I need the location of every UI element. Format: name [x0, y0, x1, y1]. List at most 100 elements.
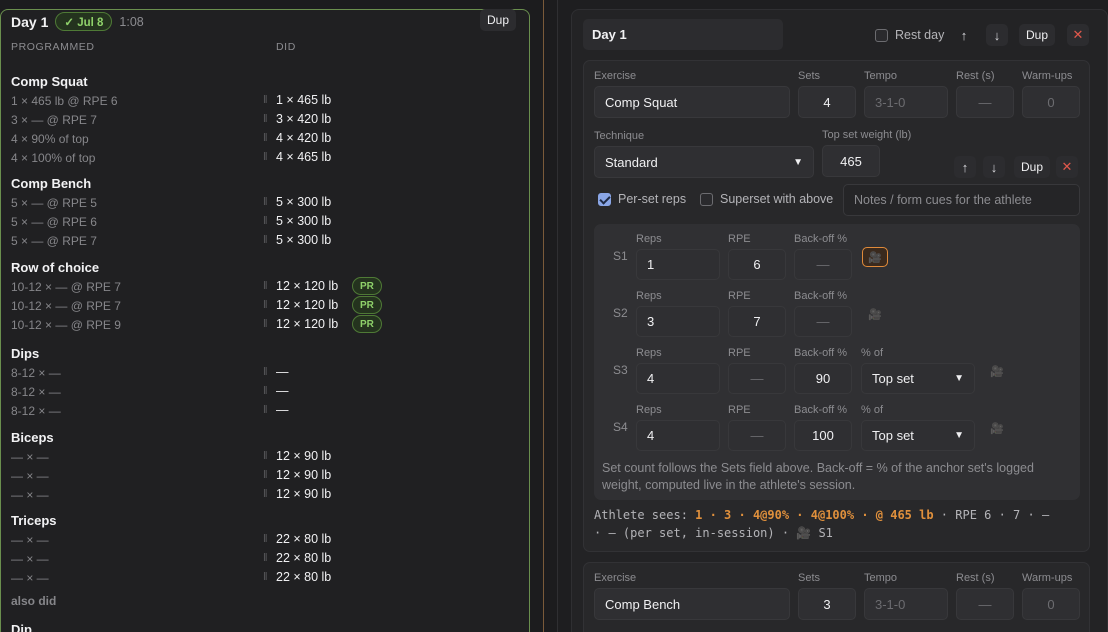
- set-label: S4: [613, 420, 628, 434]
- did-value: 4 × 420 lb: [276, 131, 332, 145]
- athlete-preview-line2: · — (per set, in-session) · 🎥 S1: [594, 526, 833, 540]
- per-set-reps-checkbox[interactable]: [598, 193, 611, 206]
- rest-input[interactable]: —: [956, 86, 1014, 118]
- video-camera-icon[interactable]: 🎥: [984, 361, 1010, 381]
- rpe-input[interactable]: —: [728, 420, 786, 451]
- duplicate-day-button[interactable]: Dup: [480, 9, 517, 31]
- set-label: S3: [613, 363, 628, 377]
- log-row: 3 × — @ RPE 7 ‖ 3 × 420 lb: [11, 110, 511, 129]
- move-exercise-up-icon[interactable]: ↑: [954, 156, 976, 178]
- session-duration: 1:08: [119, 14, 144, 29]
- rest-label: Rest (s): [956, 572, 995, 584]
- rpe-input[interactable]: 6: [728, 249, 786, 280]
- reps-label: Reps: [636, 290, 662, 302]
- technique-select[interactable]: Standard ▼: [594, 146, 814, 178]
- log-row: — × — ‖ 22 × 80 lb: [11, 568, 511, 587]
- exercise-name-input[interactable]: Comp Squat: [594, 86, 790, 118]
- programmed-value: 1 × 465 lb @ RPE 6: [11, 94, 118, 108]
- did-value: —: [276, 384, 289, 398]
- did-value: 22 × 80 lb: [276, 570, 332, 584]
- percent-of-select[interactable]: Top set ▼: [861, 363, 975, 394]
- rpe-label: RPE: [728, 404, 751, 416]
- reps-input[interactable]: 4: [636, 363, 720, 394]
- warmups-input[interactable]: 0: [1022, 588, 1080, 620]
- exercise-name: Triceps: [11, 513, 57, 528]
- did-value: 22 × 80 lb: [276, 551, 332, 565]
- pct-of-label: % of: [861, 404, 884, 416]
- exercise-label: Exercise: [594, 70, 637, 82]
- log-row: 4 × 100% of top ‖ 4 × 465 lb: [11, 148, 511, 167]
- programmed-value: 10-12 × — @ RPE 7: [11, 299, 121, 313]
- did-value: 3 × 420 lb: [276, 112, 332, 126]
- programmed-value: — × —: [11, 552, 49, 566]
- log-row: 5 × — @ RPE 6 ‖ 5 × 300 lb: [11, 212, 511, 231]
- separator-icon: ‖: [263, 132, 268, 144]
- separator-icon: ‖: [263, 366, 268, 378]
- reps-input[interactable]: 3: [636, 306, 720, 337]
- did-value: 1 × 465 lb: [276, 93, 332, 107]
- backoff-input[interactable]: 100: [794, 420, 852, 451]
- exercise-name-input[interactable]: Comp Bench: [594, 588, 790, 620]
- programmed-value: 4 × 100% of top: [11, 151, 96, 165]
- duplicate-day-button[interactable]: Dup: [1019, 24, 1056, 46]
- move-day-up-icon[interactable]: ↑: [953, 24, 975, 46]
- duplicate-exercise-button[interactable]: Dup: [1014, 156, 1051, 178]
- video-camera-icon[interactable]: 🎥: [984, 418, 1010, 438]
- rpe-label: RPE: [728, 233, 751, 245]
- programmed-value: 8-12 × —: [11, 366, 61, 380]
- backoff-input[interactable]: 90: [794, 363, 852, 394]
- separator-icon: ‖: [263, 488, 268, 500]
- separator-icon: ‖: [263, 196, 268, 208]
- reps-input[interactable]: 4: [636, 420, 720, 451]
- reps-label: Reps: [636, 404, 662, 416]
- exercise-name: Dip: [11, 622, 32, 632]
- sets-input[interactable]: 4: [798, 86, 856, 118]
- day-title-input[interactable]: Day 1: [583, 19, 783, 50]
- reps-input[interactable]: 1: [636, 249, 720, 280]
- athlete-preview-highlight: 1 · 3 · 4@90% · 4@100% · @ 465 lb: [695, 508, 934, 522]
- rpe-input[interactable]: —: [728, 363, 786, 394]
- separator-icon: ‖: [263, 234, 268, 246]
- chevron-down-icon: ▼: [954, 373, 964, 384]
- sets-label: Sets: [798, 70, 821, 82]
- did-value: —: [276, 365, 289, 379]
- superset-label: Superset with above: [720, 192, 834, 206]
- athlete-sees-label: Athlete sees:: [594, 508, 688, 522]
- rpe-input[interactable]: 7: [728, 306, 786, 337]
- backoff-input[interactable]: —: [794, 249, 852, 280]
- log-row: 10-12 × — @ RPE 7 ‖ 12 × 120 lb PR: [11, 277, 511, 296]
- move-exercise-down-icon[interactable]: ↓: [983, 156, 1005, 178]
- percent-of-select[interactable]: Top set ▼: [861, 420, 975, 451]
- video-camera-icon[interactable]: 🎥: [862, 247, 888, 267]
- rest-input[interactable]: —: [956, 588, 1014, 620]
- set-label: S2: [613, 306, 628, 320]
- reps-label: Reps: [636, 233, 662, 245]
- rpe-label: RPE: [728, 347, 751, 359]
- programmed-value: — × —: [11, 469, 49, 483]
- tempo-input[interactable]: 3-1-0: [864, 86, 948, 118]
- log-row: 8-12 × — ‖ —: [11, 401, 511, 420]
- rest-day-label: Rest day: [895, 28, 945, 42]
- backoff-input[interactable]: —: [794, 306, 852, 337]
- sets-input[interactable]: 3: [798, 588, 856, 620]
- separator-icon: ‖: [263, 469, 268, 481]
- top-set-weight-input[interactable]: 465: [822, 145, 880, 177]
- warmups-input[interactable]: 0: [1022, 86, 1080, 118]
- separator-icon: ‖: [263, 94, 268, 106]
- exercise-name: Comp Squat: [11, 74, 88, 89]
- programmed-value: 3 × — @ RPE 7: [11, 113, 97, 127]
- move-day-down-icon[interactable]: ↓: [986, 24, 1008, 46]
- notes-input[interactable]: Notes / form cues for the athlete: [843, 184, 1080, 216]
- video-camera-icon[interactable]: 🎥: [862, 304, 888, 324]
- rest-day-checkbox[interactable]: [875, 29, 888, 42]
- superset-checkbox[interactable]: [700, 193, 713, 206]
- tempo-input[interactable]: 3-1-0: [864, 588, 948, 620]
- athlete-preview-line1: Athlete sees: 1 · 3 · 4@90% · 4@100% · @…: [594, 508, 1049, 522]
- technique-label: Technique: [594, 130, 645, 142]
- programmed-value: 10-12 × — @ RPE 7: [11, 280, 121, 294]
- delete-day-icon[interactable]: ✕: [1067, 24, 1089, 46]
- backoff-label: Back-off %: [794, 290, 847, 302]
- programmed-value: 5 × — @ RPE 7: [11, 234, 97, 248]
- delete-exercise-icon[interactable]: ✕: [1056, 156, 1078, 178]
- did-value: 22 × 80 lb: [276, 532, 332, 546]
